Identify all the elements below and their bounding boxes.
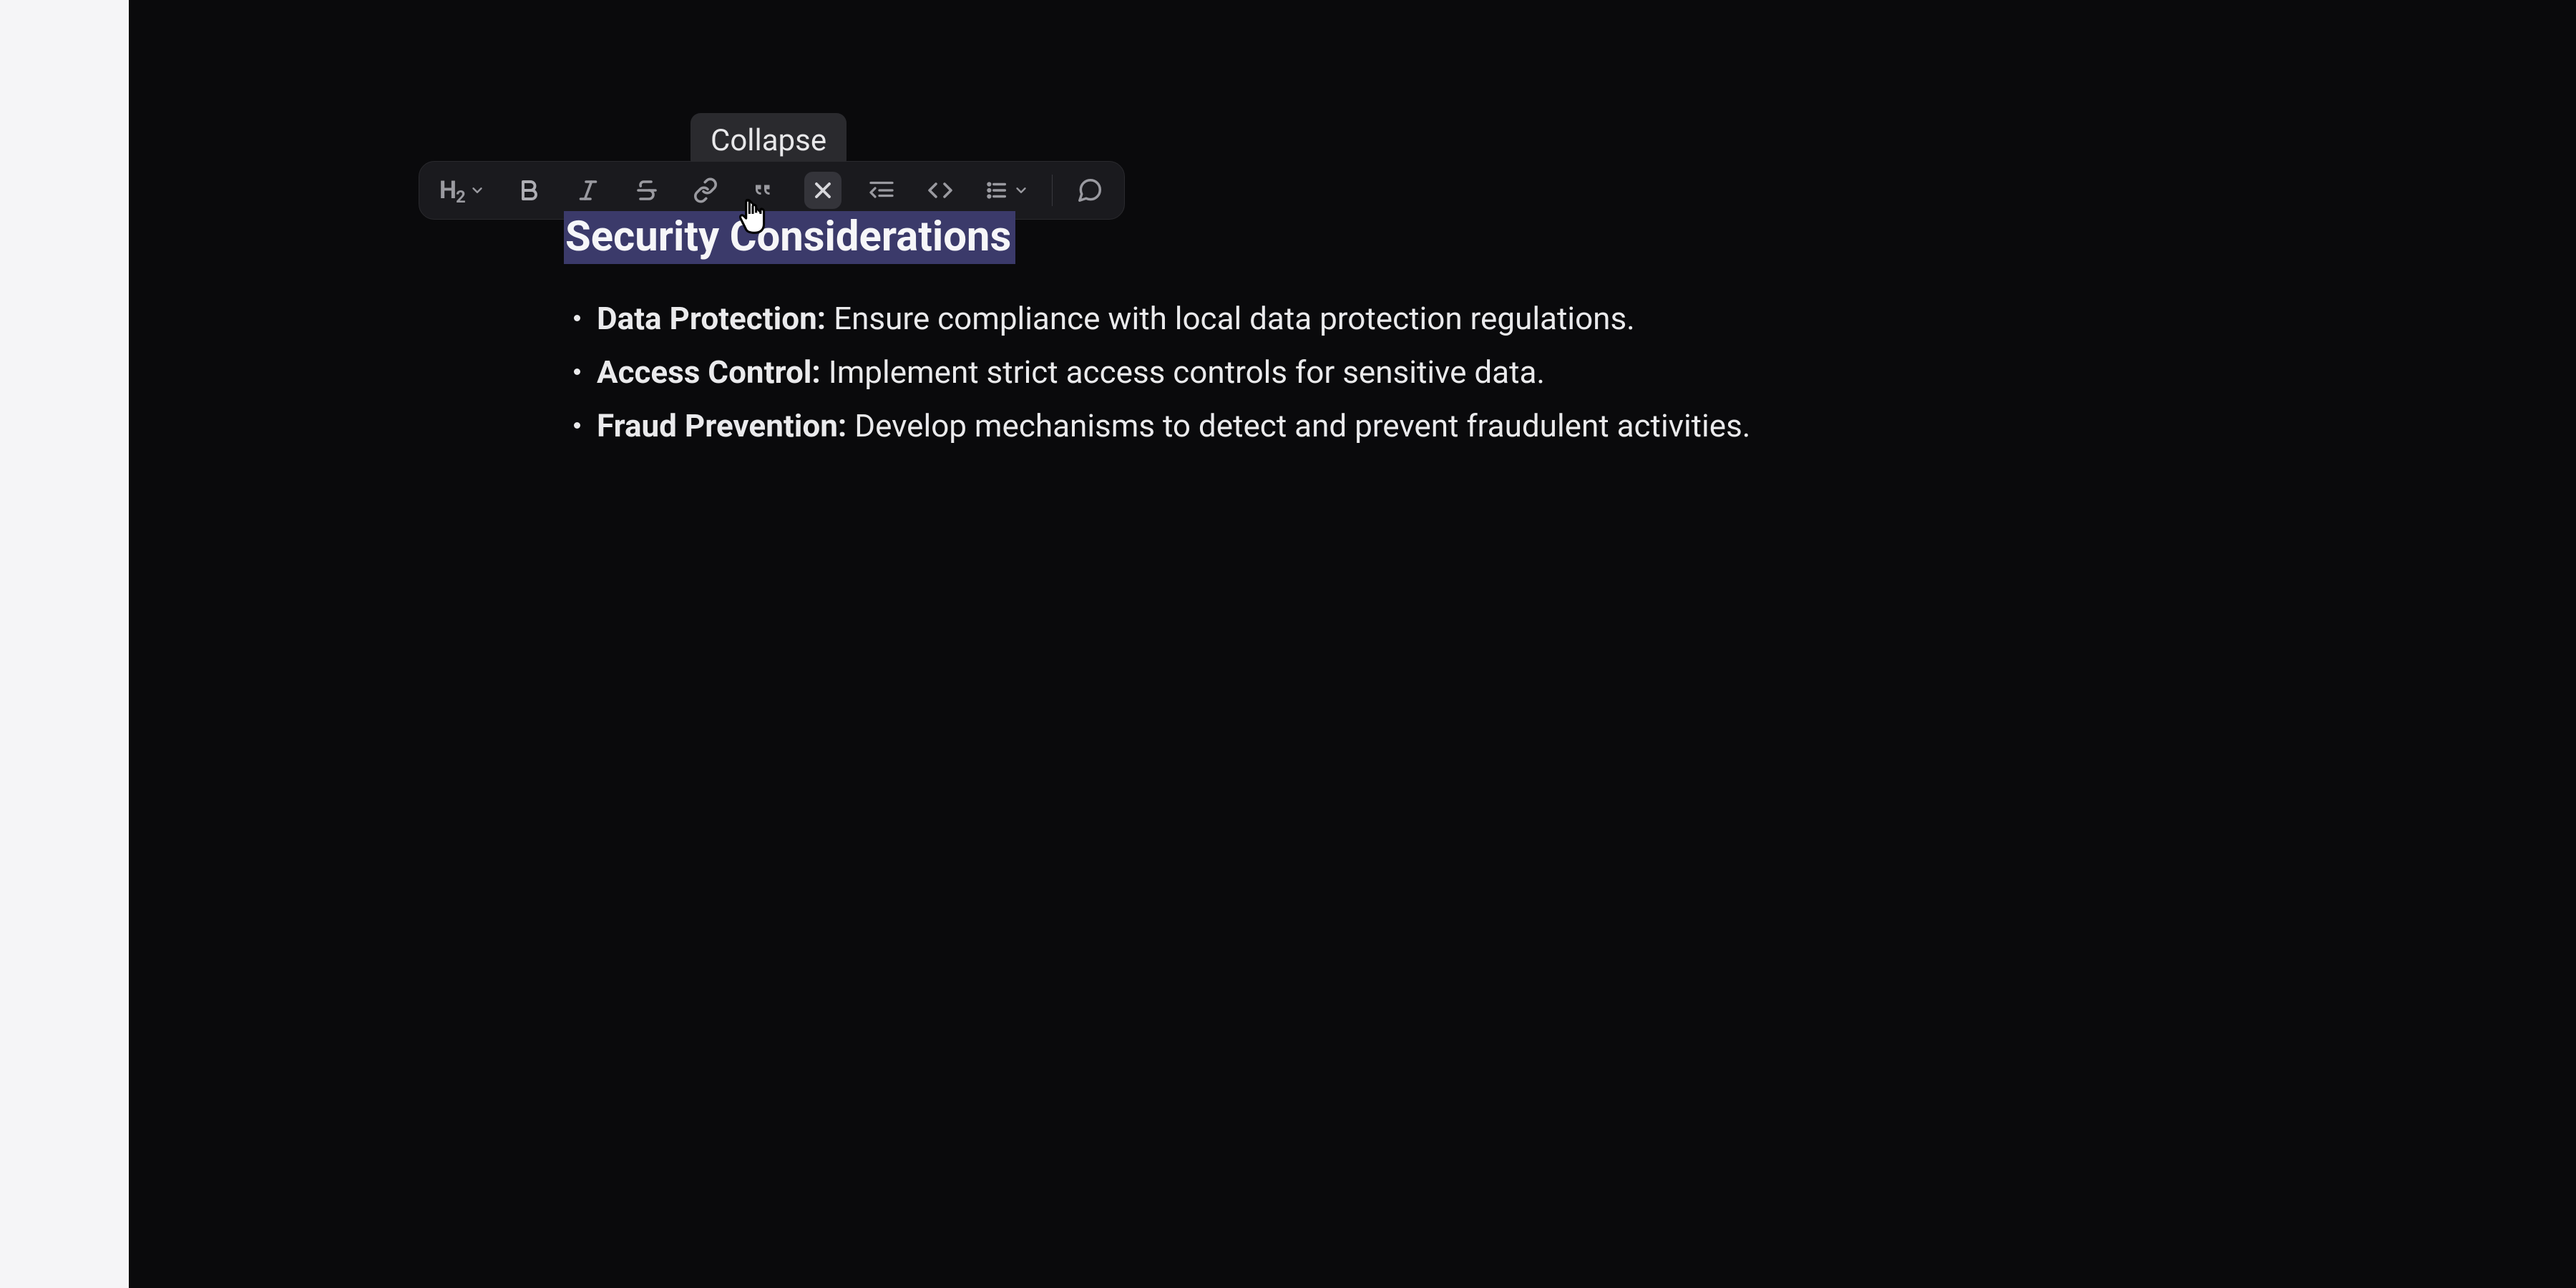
quote-button[interactable]: [746, 172, 783, 209]
list-picker-button[interactable]: [980, 172, 1033, 209]
item-text[interactable]: Ensure compliance with local data protec…: [826, 300, 1635, 337]
bold-icon: [517, 177, 542, 203]
editor-area[interactable]: Collapse H2: [129, 0, 2576, 1288]
document-body[interactable]: Security Considerations Data Protection:…: [564, 215, 2576, 459]
comment-button[interactable]: [1071, 172, 1108, 209]
italic-button[interactable]: [570, 172, 607, 209]
heading-icon: H2: [439, 176, 465, 205]
code-block-button[interactable]: [863, 172, 900, 209]
page-gutter: [0, 0, 129, 1288]
item-label[interactable]: Fraud Prevention:: [597, 407, 847, 444]
collapse-button[interactable]: [804, 172, 841, 209]
item-label[interactable]: Access Control:: [597, 353, 821, 391]
link-button[interactable]: [687, 172, 724, 209]
collapse-icon: [810, 177, 836, 203]
list-item[interactable]: Data Protection: Ensure compliance with …: [564, 298, 2576, 340]
heading-picker-button[interactable]: H2: [435, 172, 489, 209]
chevron-down-icon: [469, 182, 485, 198]
strikethrough-icon: [634, 177, 660, 203]
inline-code-button[interactable]: [922, 172, 959, 209]
comment-icon: [1076, 177, 1103, 204]
item-label[interactable]: Data Protection:: [597, 300, 826, 337]
bullet-list[interactable]: Data Protection: Ensure compliance with …: [564, 298, 2576, 447]
item-text[interactable]: Develop mechanisms to detect and prevent…: [847, 407, 1750, 444]
list-icon: [985, 178, 1009, 203]
bold-button[interactable]: [511, 172, 548, 209]
list-item[interactable]: Access Control: Implement strict access …: [564, 351, 2576, 394]
strikethrough-button[interactable]: [628, 172, 665, 209]
item-text[interactable]: Implement strict access controls for sen…: [821, 353, 1545, 391]
list-item[interactable]: Fraud Prevention: Develop mechanisms to …: [564, 405, 2567, 447]
app-viewport: Collapse H2: [0, 0, 2576, 1288]
italic-icon: [575, 177, 601, 203]
code-block-icon: [867, 177, 896, 203]
quote-icon: [751, 177, 777, 203]
code-icon: [927, 177, 954, 203]
link-icon: [693, 177, 718, 203]
toolbar-separator: [1052, 175, 1053, 206]
chevron-down-icon: [1013, 182, 1029, 198]
section-heading[interactable]: Security Considerations: [564, 211, 1015, 264]
